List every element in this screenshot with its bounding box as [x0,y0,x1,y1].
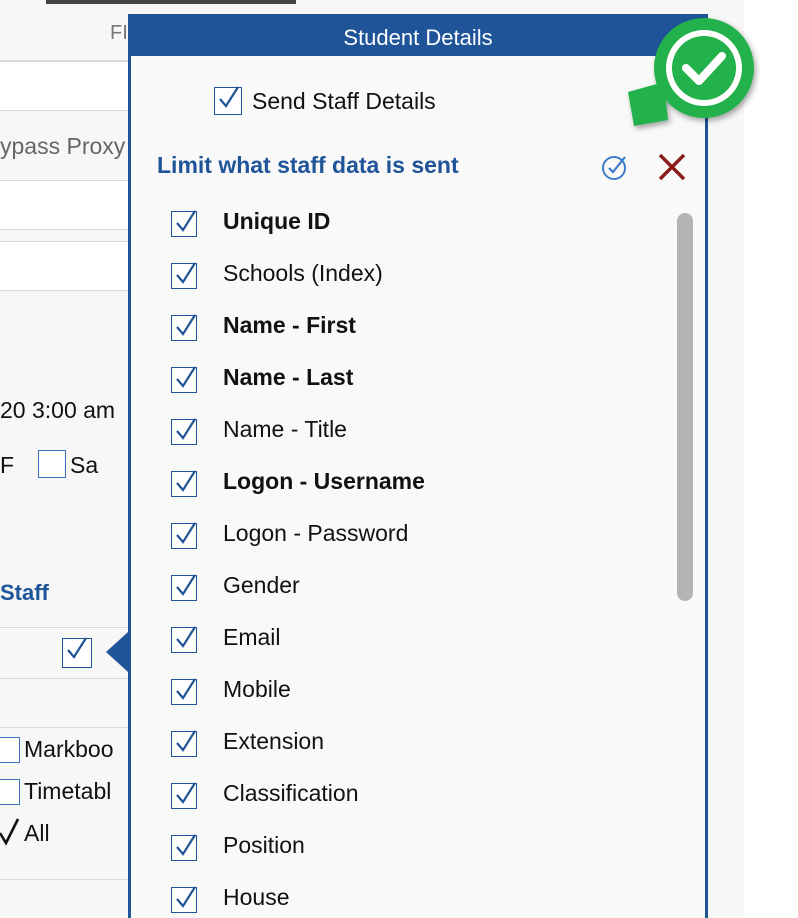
field-label: Gender [223,572,300,598]
close-icon[interactable] [656,151,688,183]
select-all-icon[interactable] [601,153,629,181]
day-checkbox-sa[interactable] [38,450,66,478]
limit-section-title: Limit what staff data is sent [157,152,459,178]
check-icon [67,637,87,659]
field-checkbox[interactable] [171,314,197,341]
popup-title: Student Details [131,17,705,56]
send-staff-checkbox[interactable] [214,86,242,115]
field-checkbox[interactable] [171,626,197,653]
field-row[interactable]: Extension [131,727,651,779]
all-checkbox[interactable] [0,815,22,847]
field-row[interactable]: Classification [131,779,651,831]
check-icon [176,418,196,440]
check-icon [176,834,196,856]
top-bar [46,0,296,4]
field-label: Email [223,624,281,650]
check-icon [219,86,239,108]
field-checkbox[interactable] [171,886,197,913]
text-field[interactable] [0,241,136,291]
check-icon [176,366,196,388]
all-label: All [24,820,50,846]
field-label: Unique ID [223,208,331,234]
field-label: Name - Title [223,416,347,442]
check-icon [176,730,196,752]
text-field[interactable] [0,61,136,111]
timetable-checkbox[interactable] [0,779,20,805]
check-icon [176,626,196,648]
check-icon [176,262,196,284]
check-icon [0,818,20,846]
field-label: Mobile [223,676,291,702]
markbook-checkbox[interactable] [0,737,20,763]
divider [0,879,135,880]
day-label-f: F [0,452,15,478]
markbook-label: Markboo [24,736,114,762]
field-row[interactable]: House [131,883,651,918]
check-icon [176,574,196,596]
field-row[interactable]: Email [131,623,651,675]
field-checkbox[interactable] [171,574,197,601]
field-row[interactable]: Unique ID [131,207,651,259]
check-icon [176,886,196,908]
field-label: Extension [223,728,325,754]
field-row[interactable]: Name - Title [131,415,651,467]
send-staff-label: Send Staff Details [252,88,436,114]
check-icon [176,522,196,544]
field-label: Name - First [223,312,356,338]
check-icon [176,782,196,804]
day-label-sa: Sa [70,452,99,478]
bypass-proxy-label: ypass Proxy [0,133,126,159]
student-details-popup: Student Details Send Staff Details Limit… [128,14,708,918]
field-label: Name - Last [223,364,354,390]
text-field[interactable] [0,180,136,230]
divider [0,678,135,679]
field-label: Logon - Username [223,468,425,494]
divider [0,627,135,628]
check-icon [176,314,196,336]
staff-checkbox[interactable] [62,637,92,668]
field-label: Classification [223,780,359,806]
field-label: Logon - Password [223,520,409,546]
field-row[interactable]: Gender [131,571,651,623]
field-row[interactable]: Name - First [131,311,651,363]
check-icon [176,470,196,492]
field-label: House [223,884,290,910]
field-label: Position [223,832,305,858]
field-checkbox[interactable] [171,730,197,757]
field-checkbox[interactable] [171,834,197,861]
field-checkbox[interactable] [171,418,197,445]
check-icon [176,210,196,232]
field-row[interactable]: Logon - Password [131,519,651,571]
field-row[interactable]: Position [131,831,651,883]
divider [0,727,135,728]
field-checkbox[interactable] [171,522,197,549]
column-header-fragment: FI [110,22,128,44]
timetable-label: Timetabl [24,778,112,804]
check-icon [176,678,196,700]
confirm-check-badge-icon[interactable] [624,10,760,140]
staff-heading: Staff [0,580,49,605]
schedule-time: 20 3:00 am [0,397,116,423]
field-checkbox[interactable] [171,262,197,289]
field-checkbox[interactable] [171,678,197,705]
field-row[interactable]: Schools (Index) [131,259,651,311]
popup-pointer [106,632,128,672]
field-row[interactable]: Logon - Username [131,467,651,519]
field-checkbox[interactable] [171,782,197,809]
field-checkbox[interactable] [171,210,197,237]
field-label: Schools (Index) [223,260,383,286]
field-row[interactable]: Name - Last [131,363,651,415]
scrollbar[interactable] [677,213,693,601]
field-checkbox[interactable] [171,366,197,393]
field-row[interactable]: Mobile [131,675,651,727]
field-checkbox[interactable] [171,470,197,497]
